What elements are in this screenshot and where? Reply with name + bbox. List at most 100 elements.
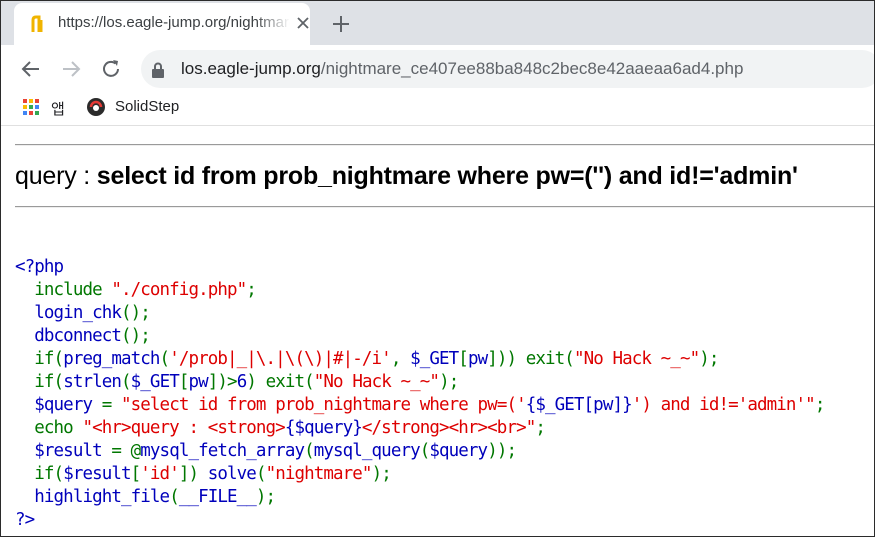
tab-strip: https://los.eagle-jump.org/nightmare_ce4…	[1, 1, 874, 45]
code-token: "<hr>query : <strong>	[82, 418, 285, 438]
toolbar: los.eagle-jump.org/nightmare_ce407ee88ba…	[1, 45, 874, 93]
close-icon[interactable]	[296, 16, 310, 30]
code-token: preg_match	[63, 349, 160, 369]
code-token: ,	[390, 349, 411, 369]
code-line: dbconnect();	[15, 325, 824, 348]
code-token: );	[371, 464, 392, 484]
code-token: dbconnect	[15, 326, 122, 346]
code-line: if(strlen($_GET[pw])>6) exit("No Hack ~_…	[15, 371, 824, 394]
code-token: if(	[15, 372, 64, 392]
code-token: echo	[15, 418, 83, 438]
bookmark-apps-label[interactable]: 앱	[51, 98, 65, 119]
divider-bottom	[15, 206, 874, 208]
code-line: login_chk();	[15, 302, 824, 325]
active-tab[interactable]: https://los.eagle-jump.org/nightmare_ce4…	[14, 3, 310, 45]
code-token: =	[101, 395, 122, 415]
code-token: $query	[429, 441, 488, 461]
bookmark-solidstep[interactable]: SolidStep	[115, 98, 179, 115]
code-line: ?>	[15, 509, 824, 532]
code-token: 'id'	[140, 464, 179, 484]
source-code-block: <?php include "./config.php"; login_chk(…	[15, 256, 826, 532]
url-text[interactable]: los.eagle-jump.org/nightmare_ce407ee88ba…	[181, 59, 743, 79]
forward-arrow-icon[interactable]	[59, 57, 83, 81]
lock-icon[interactable]	[151, 62, 165, 78]
address-bar[interactable]: los.eagle-jump.org/nightmare_ce407ee88ba…	[141, 50, 874, 88]
code-token: mysql_query	[313, 441, 421, 461]
code-token: {$_GET[pw]}	[525, 395, 633, 415]
url-path: /nightmare_ce407ee88ba848c2bec8e42aaeaa6…	[320, 59, 744, 78]
code-token: );	[255, 487, 276, 507]
code-token: ?>	[15, 510, 35, 530]
code-line: $query = "select id from prob_nightmare …	[15, 394, 826, 417]
code-token: );	[439, 372, 459, 392]
code-token: highlight_file	[15, 487, 170, 507]
divider-top	[15, 144, 874, 146]
query-prefix: query :	[15, 162, 97, 190]
code-token: "nightmare"	[265, 464, 373, 484]
code-line: $result = @mysql_fetch_array(mysql_query…	[15, 440, 824, 463]
code-token: {$query}	[284, 418, 363, 438]
code-token: '/prob|_|\.|\(\)|#|-/i'	[169, 349, 392, 369]
code-token: "No Hack ~_~"	[573, 349, 700, 369]
code-line: <?php	[15, 256, 824, 279]
code-token: <?php	[15, 257, 64, 277]
code-token: (	[169, 487, 180, 507]
code-token: solve	[207, 464, 257, 484]
code-token: __FILE__	[178, 487, 257, 507]
code-token: (	[121, 372, 132, 392]
code-line: include "./config.php";	[15, 279, 824, 302]
solidstep-logo-icon[interactable]	[86, 97, 106, 117]
code-token: ) exit(	[246, 372, 314, 392]
code-token: [	[130, 464, 142, 484]
apps-grid-icon[interactable]	[23, 99, 39, 115]
code-token: (	[159, 349, 171, 369]
code-line: highlight_file(__FILE__);	[15, 486, 824, 509]
code-token: ;	[246, 280, 257, 300]
code-token: "select id from prob_nightmare where pw=…	[121, 395, 527, 415]
code-token: </strong><hr><br>"	[361, 418, 536, 438]
code-token: strlen	[63, 372, 122, 392]
code-token: ])) exit(	[487, 349, 575, 369]
code-token: login_chk	[15, 303, 122, 323]
reload-icon[interactable]	[99, 57, 123, 81]
browser-window: https://los.eagle-jump.org/nightmare_ce4…	[0, 0, 875, 537]
code-line: echo "<hr>query : <strong>{$query}</stro…	[15, 417, 824, 440]
code-token: $query	[15, 395, 102, 415]
code-token: $result	[63, 464, 131, 484]
code-token: mysql_fetch_array	[140, 441, 305, 461]
back-arrow-icon[interactable]	[19, 57, 43, 81]
code-token: ])	[178, 464, 208, 484]
tab-title: https://los.eagle-jump.org/nightmare_ce4…	[58, 14, 290, 31]
code-token: (	[419, 441, 431, 461]
code-line: if($result['id']) solve("nightmare");	[15, 463, 824, 486]
query-sql: select id from prob_nightmare where pw=(…	[96, 162, 798, 190]
code-token: ])>	[207, 372, 238, 392]
code-token: "No Hack ~_~"	[313, 372, 440, 392]
code-line: if(preg_match('/prob|_|\.|\(\)|#|-/i', $…	[15, 348, 824, 371]
code-token: ));	[487, 441, 517, 461]
code-token: pw	[188, 372, 208, 392]
code-token: if(	[15, 464, 64, 484]
page-content: query : select id from prob_nightmare wh…	[1, 126, 874, 536]
code-token: [	[458, 349, 469, 369]
url-host: los.eagle-jump.org	[181, 59, 321, 78]
code-token: ;	[535, 418, 546, 438]
code-token: );	[699, 349, 719, 369]
code-token: include	[15, 280, 112, 300]
code-token: ();	[121, 326, 151, 346]
code-token: (	[255, 464, 267, 484]
bookmarks-bar: 앱 SolidStep	[1, 93, 874, 126]
code-token: = @	[111, 441, 141, 461]
code-token: ') and id!='admin'"	[631, 395, 816, 415]
code-token: ();	[121, 303, 151, 323]
code-token: "./config.php"	[111, 280, 247, 300]
query-output: query : select id from prob_nightmare wh…	[15, 162, 798, 191]
code-token: (	[304, 441, 315, 461]
code-token: ;	[814, 395, 826, 415]
code-token: if(	[15, 349, 64, 369]
code-token: $_GET	[130, 372, 180, 392]
new-tab-icon[interactable]	[331, 14, 351, 34]
code-token: $result	[15, 441, 112, 461]
eagle-jump-favicon	[31, 15, 43, 32]
code-token: $_GET	[410, 349, 459, 369]
